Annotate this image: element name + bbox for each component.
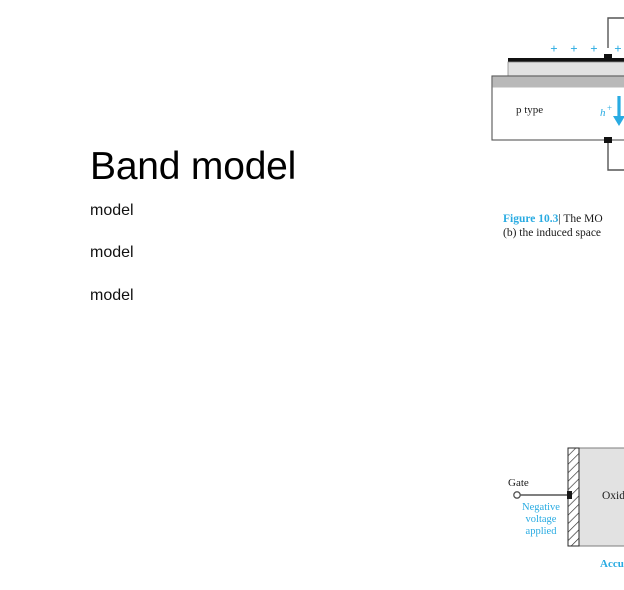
- figure-number: Figure 10.3: [503, 213, 559, 225]
- charge-symbol: +: [590, 41, 597, 56]
- caption-line-2: (b) the induced space: [503, 227, 602, 239]
- oxide-layer: [507, 61, 624, 77]
- accumulation-mode-svg: Gate Negative voltage applied Oxide Accu: [508, 447, 624, 570]
- body-wire: [607, 140, 624, 171]
- body-contact-nub: [604, 137, 612, 143]
- accumulation-label: Accu: [600, 558, 624, 570]
- charge-symbol: +: [614, 41, 621, 56]
- hole-carrier-superscript: +: [607, 103, 612, 113]
- gate-terminal-node: [513, 491, 521, 499]
- oxide-label: Oxide: [602, 490, 624, 502]
- page-title: Band model: [90, 145, 297, 188]
- substrate-type-label: p type: [516, 104, 543, 116]
- voltage-annotation: Negative voltage applied: [522, 502, 560, 537]
- hole-carrier-label: h: [600, 107, 606, 119]
- figure-accumulation-mode: Gate Negative voltage applied Oxide Accu: [490, 440, 624, 590]
- figure-mos-capacitor: + + + + p type h + Figure 10.3| The MO (…: [490, 0, 624, 250]
- voltage-label-line: applied: [526, 526, 558, 537]
- caption-line-1: Figure 10.3| The MO: [503, 212, 624, 226]
- charge-symbol: +: [570, 41, 577, 56]
- positive-charge-group: + + + +: [550, 41, 621, 56]
- mos-capacitor-svg: + + + + p type h +: [491, 17, 624, 171]
- space-charge-band: [492, 76, 624, 88]
- gate-label: Gate: [508, 477, 529, 489]
- gate-contact-nub: [567, 491, 572, 499]
- voltage-label-line: Negative: [522, 502, 560, 513]
- caption-line-1-rest: The MO: [563, 213, 603, 225]
- body-text-line: model: [90, 287, 134, 304]
- charge-symbol: +: [550, 41, 557, 56]
- voltage-label-line: voltage: [526, 514, 557, 525]
- figure-caption: Figure 10.3| The MO (b) the induced spac…: [503, 212, 624, 240]
- caption-separator: |: [558, 213, 561, 225]
- body-text-line: model: [90, 202, 134, 219]
- body-text-line: model: [90, 244, 134, 261]
- gate-contact-nub: [604, 54, 612, 60]
